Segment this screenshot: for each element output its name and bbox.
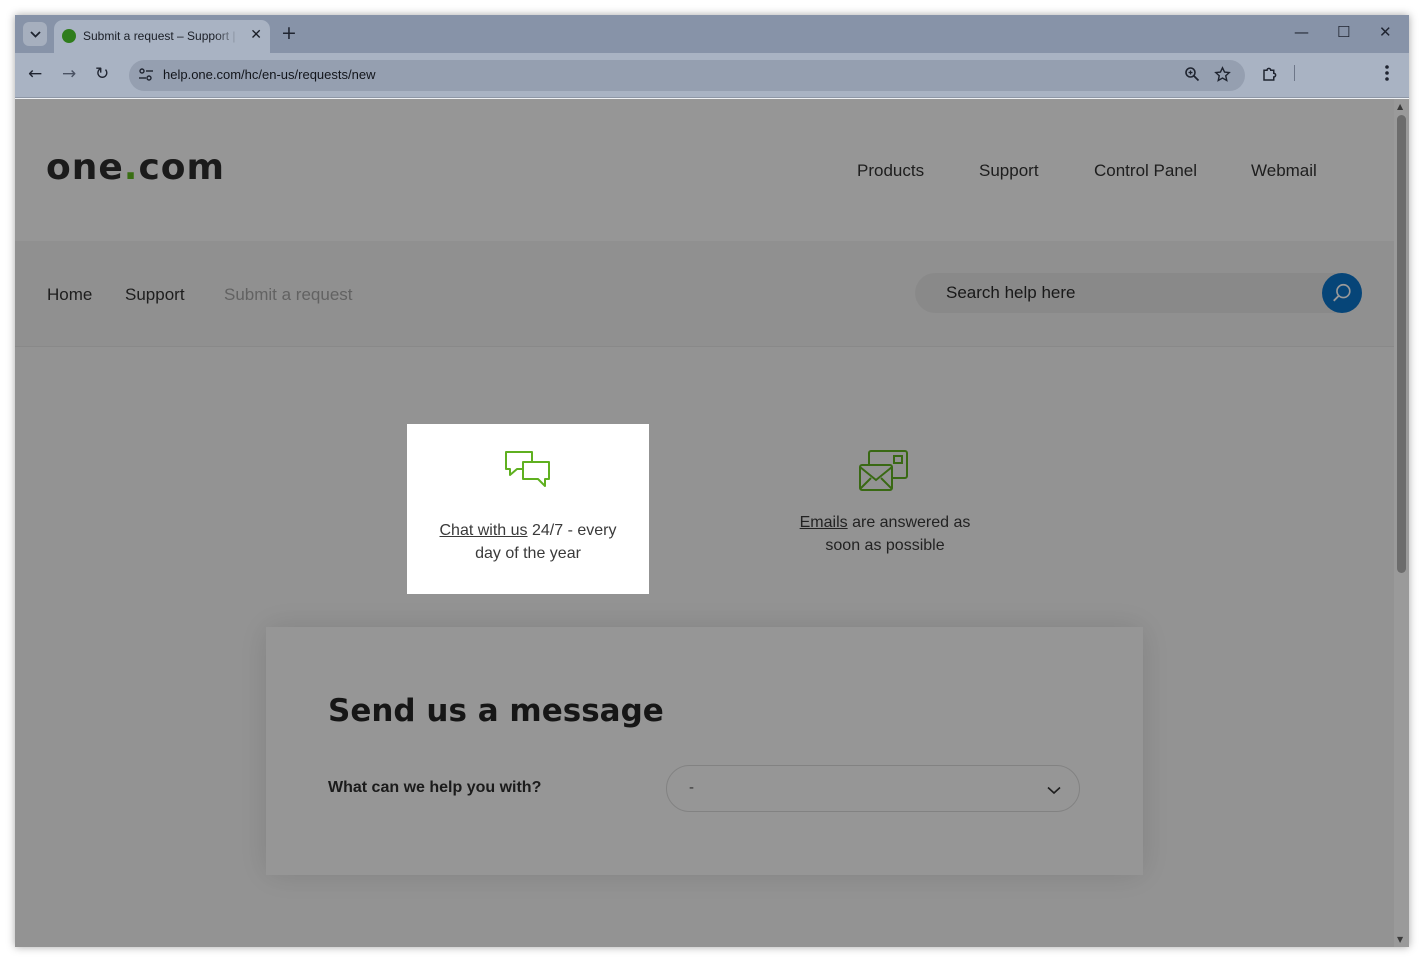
new-tab-button[interactable]: + bbox=[281, 22, 297, 44]
email-card-text: Emails are answered as soon as possible bbox=[775, 511, 995, 557]
scroll-thumb[interactable] bbox=[1397, 115, 1406, 573]
help-topic-value: - bbox=[689, 779, 694, 796]
browser-toolbar: ← → ↻ help.one.com/hc/en-us/requests/new bbox=[15, 53, 1409, 98]
chat-text-a: 24/7 - every bbox=[527, 522, 617, 539]
tab-active[interactable]: Submit a request – Support | one.com ✕ bbox=[54, 20, 270, 53]
breadcrumb-support[interactable]: Support bbox=[125, 285, 185, 305]
message-form-panel: Send us a message What can we help you w… bbox=[266, 627, 1143, 875]
search-icon bbox=[1333, 283, 1351, 302]
help-search[interactable]: Search help here bbox=[915, 273, 1362, 313]
search-input[interactable]: Search help here bbox=[946, 283, 1075, 303]
scroll-up-arrow[interactable]: ▲ bbox=[1397, 102, 1403, 111]
extensions-icon[interactable] bbox=[1261, 65, 1279, 88]
reload-button[interactable]: ↻ bbox=[95, 64, 109, 84]
chevron-down-icon bbox=[1047, 780, 1061, 799]
scroll-down-arrow[interactable]: ▼ bbox=[1397, 935, 1403, 944]
breadcrumb-bar: Home Support Submit a request Search hel… bbox=[15, 241, 1394, 347]
breadcrumb-home[interactable]: Home bbox=[47, 285, 92, 305]
chat-text-b: day of the year bbox=[475, 545, 581, 562]
chat-card-text: Chat with us 24/7 - every day of the yea… bbox=[407, 519, 649, 565]
search-button[interactable] bbox=[1322, 273, 1362, 313]
chat-bubbles-icon bbox=[505, 451, 550, 487]
back-button[interactable]: ← bbox=[28, 64, 42, 84]
chat-with-us-link[interactable]: Chat with us bbox=[440, 522, 528, 539]
nav-support[interactable]: Support bbox=[979, 161, 1039, 181]
forward-button[interactable]: → bbox=[62, 64, 76, 84]
tab-strip: Submit a request – Support | one.com ✕ +… bbox=[15, 15, 1409, 53]
email-text-a: are answered as bbox=[847, 514, 971, 531]
site-header: one.com Products Support Control Panel W… bbox=[15, 99, 1394, 241]
logo-dot: . bbox=[123, 147, 139, 188]
nav-products[interactable]: Products bbox=[857, 161, 924, 181]
one-com-logo[interactable]: one.com bbox=[46, 147, 225, 188]
nav-control-panel[interactable]: Control Panel bbox=[1094, 161, 1197, 181]
site-info-icon[interactable] bbox=[138, 67, 156, 85]
favicon-icon bbox=[62, 29, 76, 43]
chevron-down-icon bbox=[29, 30, 41, 38]
chat-card[interactable]: Chat with us 24/7 - every day of the yea… bbox=[407, 424, 649, 594]
logo-text-one: one bbox=[46, 147, 124, 188]
nav-webmail[interactable]: Webmail bbox=[1251, 161, 1317, 181]
toolbar-divider bbox=[1294, 65, 1295, 81]
tab-title: Submit a request – Support | one.com bbox=[83, 29, 239, 43]
page-scrollbar[interactable]: ▲ ▼ bbox=[1394, 99, 1409, 947]
bookmark-star-icon[interactable] bbox=[1214, 66, 1231, 87]
email-text-b: soon as possible bbox=[825, 537, 945, 554]
tab-close-icon[interactable]: ✕ bbox=[250, 27, 262, 43]
browser-menu-icon[interactable] bbox=[1385, 64, 1389, 87]
breadcrumb-current: Submit a request bbox=[224, 285, 353, 304]
url-text: help.one.com/hc/en-us/requests/new bbox=[163, 67, 376, 82]
tab-search-dropdown[interactable] bbox=[23, 22, 47, 46]
help-topic-select[interactable]: - bbox=[666, 765, 1080, 812]
minimize-button[interactable]: — bbox=[1294, 23, 1309, 41]
email-envelope-icon bbox=[859, 450, 908, 491]
close-window-button[interactable]: ✕ bbox=[1379, 23, 1392, 41]
browser-window: Submit a request – Support | one.com ✕ +… bbox=[15, 15, 1409, 947]
emails-link[interactable]: Emails bbox=[800, 514, 848, 531]
page-viewport: one.com Products Support Control Panel W… bbox=[15, 99, 1394, 947]
maximize-button[interactable]: ☐ bbox=[1337, 23, 1350, 41]
address-bar[interactable]: help.one.com/hc/en-us/requests/new bbox=[129, 60, 1245, 91]
email-card: Emails are answered as soon as possible bbox=[775, 449, 995, 557]
zoom-icon[interactable] bbox=[1184, 66, 1200, 86]
form-title: Send us a message bbox=[328, 693, 664, 729]
logo-text-com: com bbox=[138, 147, 226, 188]
help-topic-label: What can we help you with? bbox=[328, 779, 542, 796]
